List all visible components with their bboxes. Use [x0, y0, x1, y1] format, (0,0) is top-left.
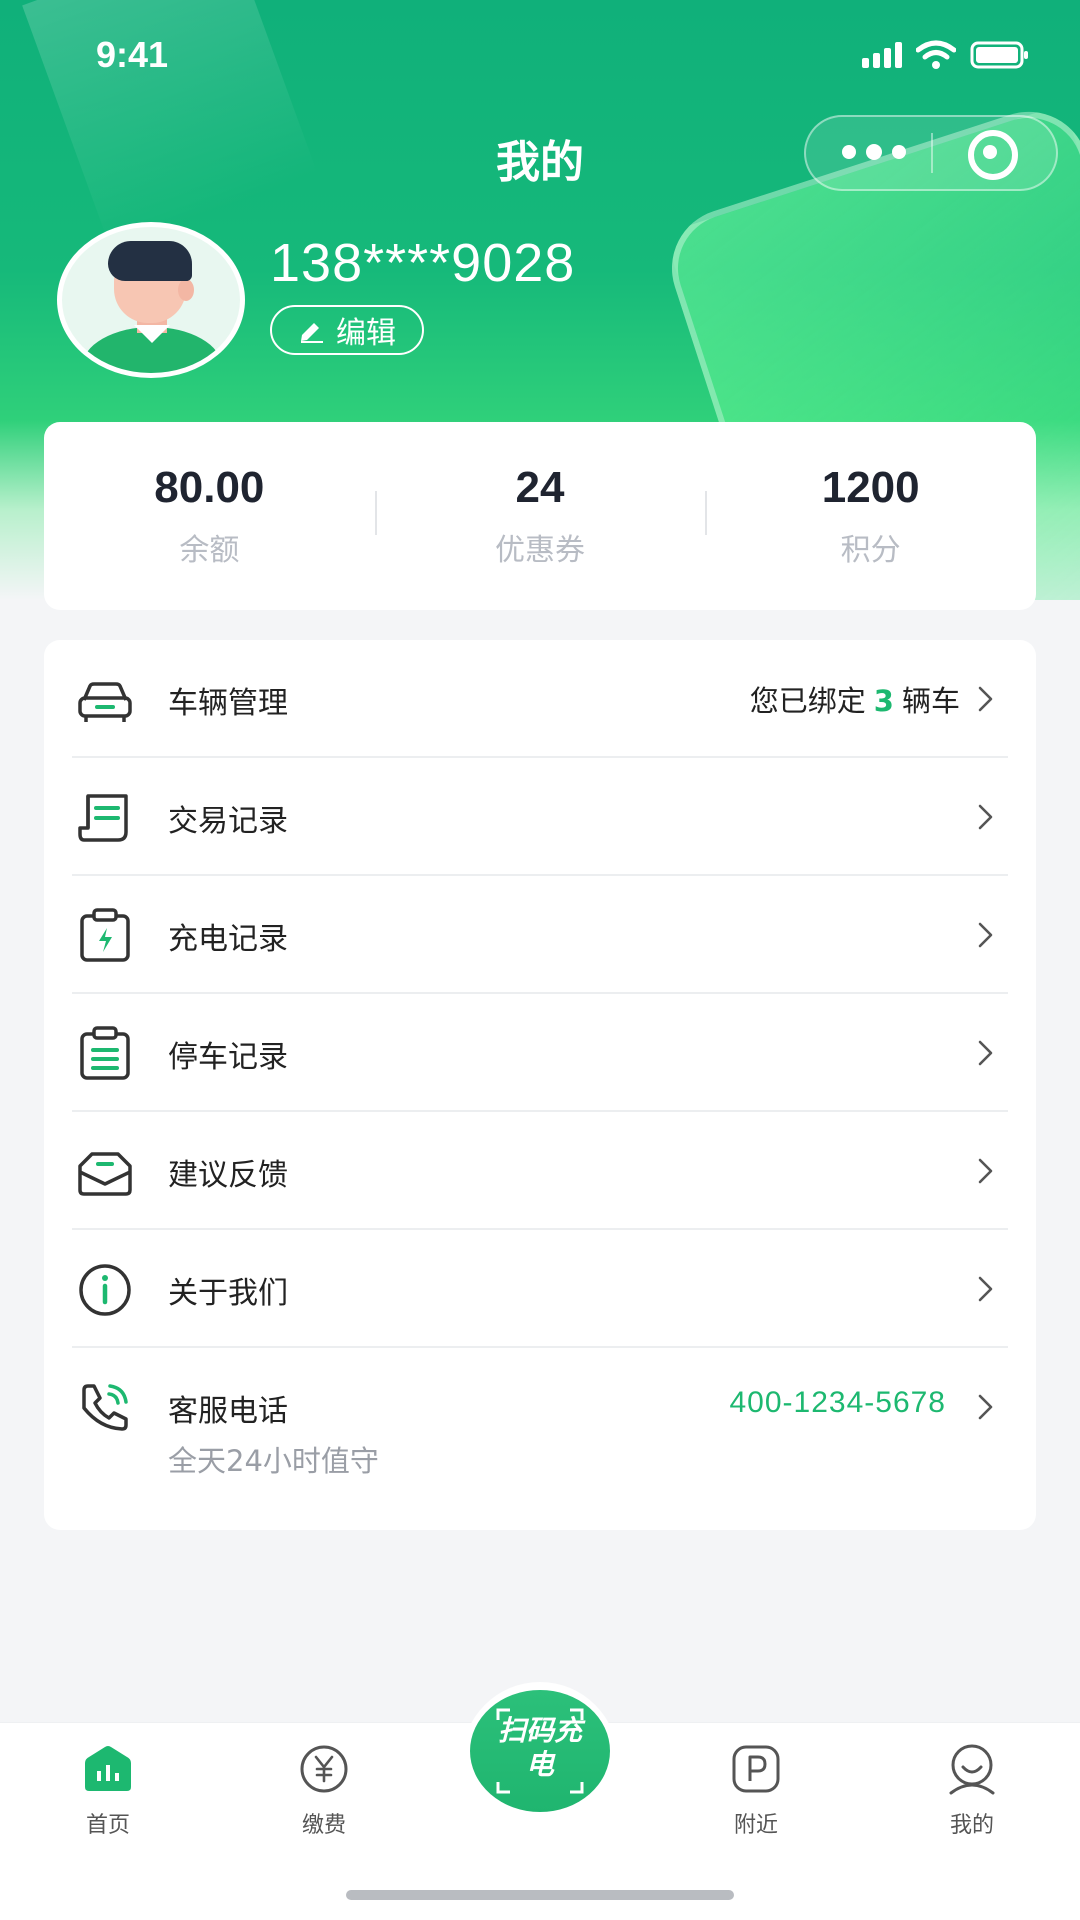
- stat-value: 80.00: [154, 463, 265, 512]
- tab-nearby[interactable]: 附近: [696, 1743, 816, 1839]
- stat-label: 优惠券: [495, 533, 585, 568]
- service-hotline[interactable]: 400-1234-5678: [729, 1386, 946, 1420]
- status-icons: [862, 40, 1030, 70]
- stat-points[interactable]: 1200 积分: [705, 463, 1036, 569]
- user-phone: 138****9028: [270, 233, 576, 293]
- tab-label: 缴费: [301, 1813, 346, 1838]
- service-hours: 全天24小时值守: [168, 1444, 379, 1478]
- close-target-icon[interactable]: [968, 130, 1018, 180]
- vehicle-count: 3: [873, 684, 894, 718]
- tab-label: 首页: [85, 1813, 130, 1838]
- car-icon: [78, 682, 132, 722]
- inbox-icon: [78, 1152, 132, 1196]
- chevron-right-icon: [978, 1158, 993, 1184]
- info-icon: [79, 1264, 131, 1316]
- charging-record-icon: [80, 908, 130, 962]
- chevron-right-icon: [978, 804, 993, 830]
- chevron-right-icon: [978, 1394, 993, 1420]
- menu-item-charging[interactable]: 充电记录: [72, 876, 1008, 994]
- tab-home[interactable]: 首页: [48, 1743, 168, 1839]
- menu-item-customer-service[interactable]: 客服电话 全天24小时值守 400-1234-5678: [72, 1348, 1008, 1508]
- tab-mine[interactable]: 我的: [912, 1743, 1032, 1839]
- signal-icon: [862, 42, 902, 68]
- menu-card: 车辆管理 您已绑定 3 辆车 交易记录 充电记录 停车记录 建议反馈 关于我们 …: [44, 640, 1036, 1530]
- stat-value: 1200: [821, 463, 920, 512]
- edit-label: 编辑: [336, 316, 396, 351]
- menu-item-about[interactable]: 关于我们: [72, 1230, 1008, 1348]
- tab-label: 附近: [733, 1813, 778, 1838]
- menu-label: 建议反馈: [168, 1158, 288, 1193]
- menu-item-parking[interactable]: 停车记录: [72, 994, 1008, 1112]
- status-bar: 9:41: [0, 30, 1080, 80]
- chevron-right-icon: [978, 686, 993, 712]
- menu-label: 关于我们: [168, 1276, 288, 1311]
- receipt-icon: [78, 794, 128, 842]
- chevron-right-icon: [978, 1040, 993, 1066]
- menu-label: 车辆管理: [168, 686, 288, 721]
- user-icon: [949, 1744, 995, 1795]
- stat-balance[interactable]: 80.00 余额: [44, 463, 375, 569]
- vehicle-count-text: 您已绑定 3 辆车: [749, 684, 960, 718]
- stat-coupons[interactable]: 24 优惠券: [374, 463, 706, 569]
- menu-item-transactions[interactable]: 交易记录: [72, 758, 1008, 876]
- home-indicator: [346, 1890, 734, 1900]
- phone-call-icon: [82, 1384, 128, 1431]
- scan-charge-label: 扫码充电: [498, 1714, 583, 1781]
- capsule-divider: [931, 133, 933, 173]
- chevron-right-icon: [978, 1276, 993, 1302]
- clipboard-icon: [80, 1026, 130, 1080]
- avatar[interactable]: [57, 222, 245, 378]
- scan-charge-button[interactable]: 扫码充电: [462, 1682, 618, 1838]
- battery-icon: [970, 41, 1028, 69]
- tab-label: 我的: [949, 1813, 994, 1838]
- edit-profile-button[interactable]: 编辑: [270, 305, 424, 355]
- yuan-icon: [300, 1745, 348, 1793]
- menu-label: 充电记录: [168, 922, 288, 957]
- parking-icon: [732, 1745, 780, 1793]
- chevron-right-icon: [978, 922, 993, 948]
- menu-item-vehicles[interactable]: 车辆管理 您已绑定 3 辆车: [72, 640, 1008, 758]
- pencil-icon: [301, 323, 323, 343]
- status-time: 9:41: [96, 34, 169, 75]
- menu-label: 客服电话: [168, 1394, 288, 1429]
- tab-pay[interactable]: 缴费: [264, 1743, 384, 1839]
- profile-page: 9:41 我的 138****9028 编辑 80.00 余额 24 优惠券 1…: [0, 0, 1080, 1920]
- menu-item-feedback[interactable]: 建议反馈: [72, 1112, 1008, 1230]
- wifi-icon: [916, 40, 956, 69]
- more-icon[interactable]: [842, 144, 906, 160]
- stat-value: 24: [515, 463, 565, 512]
- stat-label: 积分: [840, 533, 901, 568]
- home-chart-icon: [85, 1746, 131, 1791]
- account-stats-card: 80.00 余额 24 优惠券 1200 积分: [44, 422, 1036, 610]
- menu-label: 交易记录: [168, 804, 288, 839]
- miniapp-capsule: [804, 115, 1058, 191]
- menu-label: 停车记录: [168, 1040, 288, 1075]
- stat-label: 余额: [179, 533, 240, 568]
